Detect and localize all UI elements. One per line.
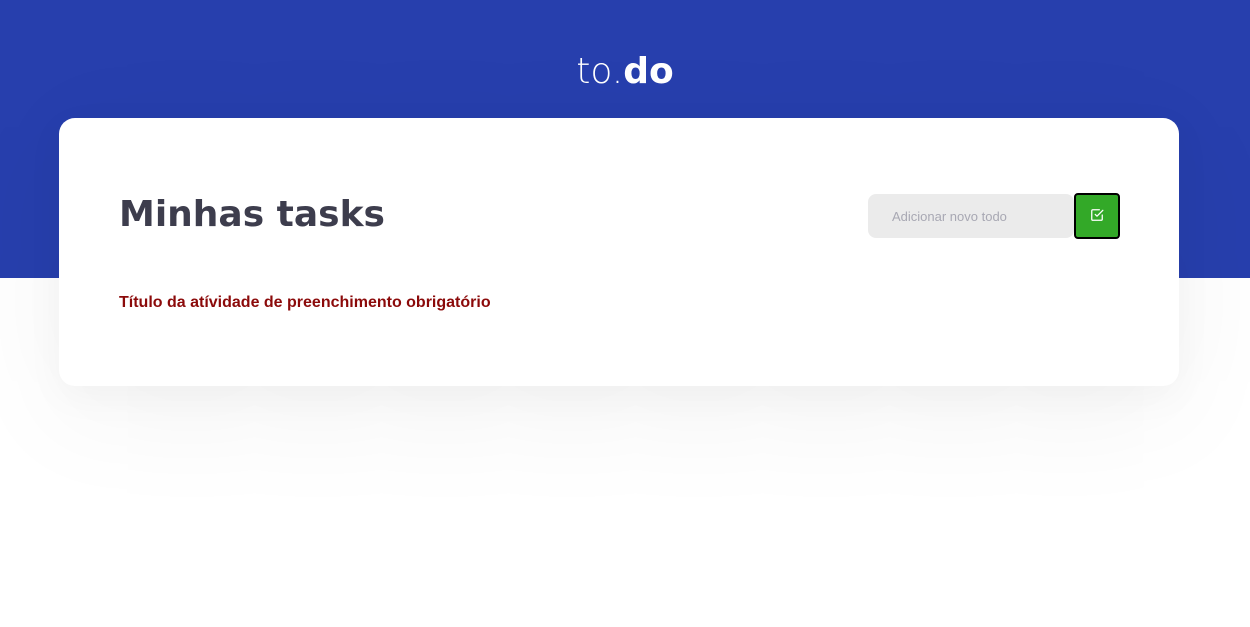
validation-error-message: Título da atívidade de preenchimento obr… [119, 294, 491, 311]
check-square-icon [1090, 208, 1104, 225]
app-logo: to.do [0, 50, 1250, 94]
page-title: Minhas tasks [119, 194, 385, 235]
logo-bold-part: do [623, 51, 674, 92]
logo-light-part: to. [576, 51, 624, 92]
add-todo-button[interactable] [1074, 193, 1120, 239]
new-todo-input[interactable] [868, 194, 1074, 238]
tasks-card: Minhas tasks Título da atívidade de pree… [59, 118, 1179, 386]
